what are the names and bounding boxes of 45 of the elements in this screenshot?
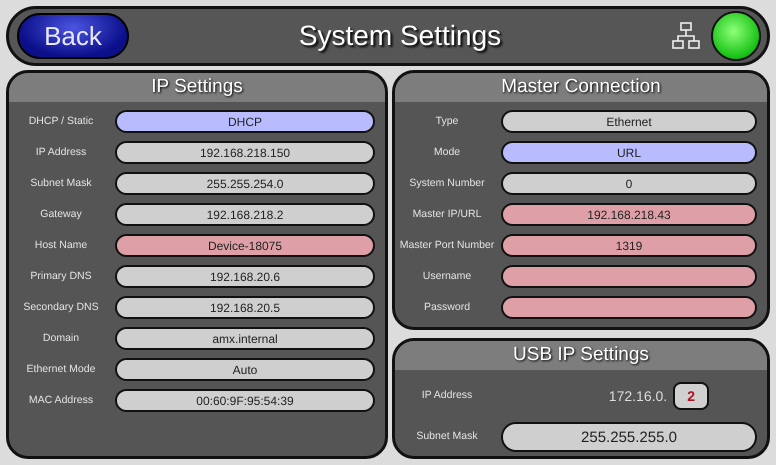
field-label: MAC Address	[28, 394, 94, 406]
panel-title: IP Settings	[9, 73, 385, 102]
value-field[interactable]: DHCP	[115, 110, 375, 133]
value-field[interactable]: 0	[501, 172, 757, 195]
field-label: Secondary DNS	[22, 302, 100, 314]
network-icon	[671, 21, 701, 51]
panel-title: Master Connection	[395, 73, 767, 102]
value-field[interactable]: 255.255.255.0	[501, 422, 757, 452]
value-field[interactable]: Auto	[115, 358, 375, 381]
value-field[interactable]: URL	[501, 141, 757, 164]
field-label: Subnet Mask	[29, 178, 93, 190]
value-field[interactable]: 192.168.218.43	[501, 203, 757, 226]
field-label: Gateway	[39, 208, 83, 220]
ip-prefix: 172.16.0.	[608, 388, 668, 404]
value-field[interactable]: 1319	[501, 234, 757, 257]
field-label: Master IP/URL	[412, 208, 482, 220]
page-title: System Settings	[298, 20, 502, 52]
field-label: DHCP / Static	[28, 116, 94, 128]
value-field[interactable]: 192.168.218.2	[115, 203, 375, 226]
value-field[interactable]: 255.255.254.0	[115, 172, 375, 195]
value-field[interactable]: 192.168.218.150	[115, 141, 375, 164]
field-label: System Number	[408, 178, 486, 190]
field-label: Mode	[432, 146, 462, 158]
field-label: Ethernet Mode	[26, 364, 96, 376]
field-label: Subnet Mask	[415, 431, 479, 443]
field-label: Host Name	[34, 240, 88, 252]
value-field[interactable]	[501, 265, 757, 288]
panel-title: USB IP Settings	[395, 341, 767, 370]
value-field[interactable]: 00:60:9F:95:54:39	[115, 389, 375, 412]
field-label: Master Port Number	[399, 240, 495, 252]
field-label: Primary DNS	[29, 270, 93, 282]
value-field[interactable]: 192.168.20.6	[115, 265, 375, 288]
value-field[interactable]: 192.168.20.5	[115, 296, 375, 319]
field-label: IP Address	[420, 390, 474, 402]
octet-button[interactable]: 2	[673, 382, 710, 410]
field-label: Password	[422, 302, 472, 314]
back-button[interactable]: Back	[17, 13, 129, 59]
field-label: IP Address	[34, 146, 88, 158]
field-label: Domain	[42, 332, 80, 344]
value-field[interactable]	[501, 296, 757, 319]
value-field[interactable]: Ethernet	[501, 110, 757, 133]
field-label: Username	[422, 270, 472, 282]
value-field[interactable]: Device-18075	[115, 234, 375, 257]
value-field[interactable]: amx.internal	[115, 327, 375, 350]
field-label: Type	[434, 116, 460, 128]
